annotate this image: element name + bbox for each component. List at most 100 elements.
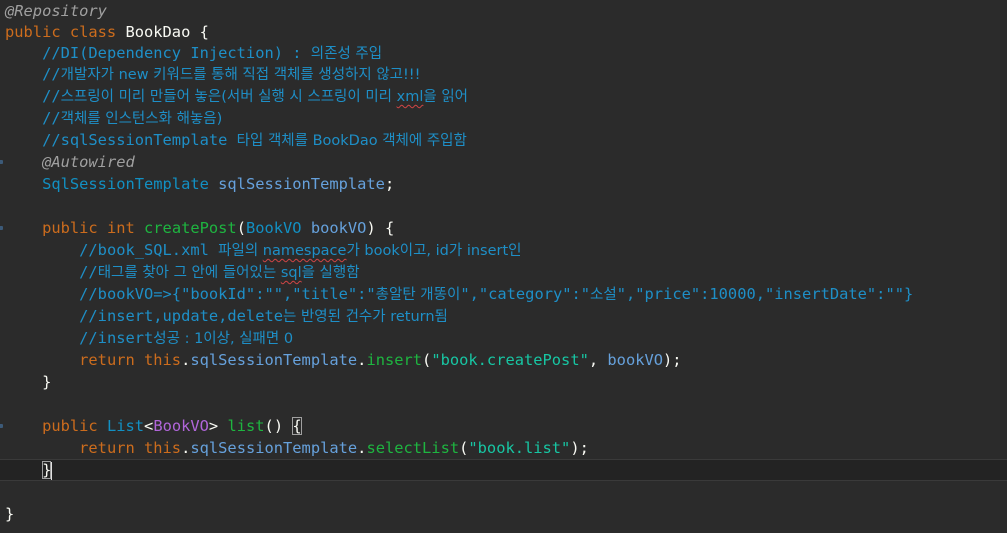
gutter-marker (0, 226, 3, 230)
code-token: //sqlSessionTemplate (42, 131, 237, 149)
code-line[interactable]: @Autowired (0, 151, 1007, 173)
code-line[interactable]: @Repository (0, 0, 1007, 22)
code-token: @Repository (5, 2, 107, 20)
code-token: < (144, 417, 154, 435)
code-token: ); (663, 351, 682, 369)
code-line[interactable]: //태그를 찾아 그 안에 들어있는 sql을 실행함 (0, 261, 1007, 283)
code-line[interactable]: //insert성공 : 1이상, 실패면 0 (0, 327, 1007, 349)
code-token: insert (366, 351, 423, 369)
code-token: // (42, 87, 61, 105)
code-token: // (42, 109, 61, 127)
code-line[interactable] (0, 481, 1007, 503)
code-token: ","price":10000,"insertDate":""} (616, 285, 914, 303)
spellcheck-word: namespace (262, 243, 347, 259)
gutter-marker (0, 424, 3, 428)
code-token: 가 book이고, id가 insert인 (346, 243, 522, 259)
code-token: bookVO (607, 351, 664, 369)
code-token: 는 반영된 건수가 return됨 (283, 309, 448, 325)
code-line[interactable]: public class BookDao { (0, 21, 1007, 43)
code-token: 총알탄 개똥이 (375, 287, 461, 303)
code-editor[interactable]: @Repository public class BookDao { //DI(D… (0, 0, 1007, 533)
code-token: ( (459, 439, 469, 457)
code-token: . (181, 351, 191, 369)
code-token: () (264, 417, 293, 435)
code-token: BookDao { (125, 23, 209, 41)
code-token: , (588, 351, 608, 369)
code-token: 파일의 (218, 243, 263, 259)
code-token: ; (384, 175, 395, 193)
code-token: //book_SQL.xml (79, 241, 219, 259)
code-token: return this (79, 351, 182, 369)
code-token: BookVO (245, 219, 311, 237)
code-line[interactable]: //sqlSessionTemplate 타입 객체를 BookDao 객체에 … (0, 129, 1007, 151)
code-line[interactable]: public List<BookVO> list() { (0, 415, 1007, 437)
code-token: //insert (79, 329, 154, 347)
code-token: } (42, 373, 52, 391)
code-line[interactable]: } (0, 459, 1007, 481)
code-token: ); (570, 439, 589, 457)
code-token: > (208, 417, 228, 435)
code-line[interactable]: return this.sqlSessionTemplate.insert("b… (0, 349, 1007, 371)
code-token: 을 읽어 (423, 89, 469, 105)
code-line[interactable]: SqlSessionTemplate sqlSessionTemplate; (0, 173, 1007, 195)
code-token: 스프링이 미리 만들어 놓은(서버 실행 시 스프링이 미리 (60, 89, 397, 105)
code-token: 의존성 주입 (310, 46, 383, 62)
code-line[interactable]: //스프링이 미리 만들어 놓은(서버 실행 시 스프링이 미리 xml을 읽어 (0, 85, 1007, 107)
code-token: selectList (366, 439, 460, 457)
code-token: 소설 (590, 287, 617, 303)
spellcheck-word: xml (396, 89, 424, 105)
code-token: ( (422, 351, 432, 369)
code-token: //bookVO=>{"bookId":"","title":" (79, 285, 376, 303)
matched-bracket: } (42, 461, 52, 479)
code-token: ","category":" (460, 285, 591, 303)
code-token: bookVO (310, 219, 367, 237)
code-line[interactable] (0, 393, 1007, 415)
text-cursor (51, 461, 53, 480)
spellcheck-word: sql (280, 265, 302, 281)
code-token: //insert,update,delete (79, 307, 283, 325)
code-token: sqlSessionTemplate (190, 439, 358, 457)
code-token: 타입 객체를 BookDao 객체에 주입함 (236, 133, 467, 149)
code-token: . (181, 439, 191, 457)
code-token: 개발자가 new 키워드를 통해 직접 객체를 생성하지 않고!!! (60, 67, 421, 83)
code-token: 객체를 인스턴스화 해놓음) (60, 111, 223, 127)
code-line[interactable]: } (0, 371, 1007, 393)
code-token: public (42, 417, 107, 435)
code-token: } (5, 505, 15, 523)
code-token: // (79, 263, 98, 281)
code-line[interactable]: //개발자가 new 키워드를 통해 직접 객체를 생성하지 않고!!! (0, 63, 1007, 85)
code-token: sqlSessionTemplate (218, 175, 385, 193)
code-token: 태그를 찾아 그 안에 들어있는 (97, 265, 281, 281)
code-line[interactable]: //insert,update,delete는 반영된 건수가 return됨 (0, 305, 1007, 327)
code-line[interactable]: public int createPost(BookVO bookVO) { (0, 217, 1007, 239)
code-line[interactable]: } (0, 503, 1007, 525)
code-token: createPost (144, 219, 237, 237)
code-line[interactable]: //book_SQL.xml 파일의 namespace가 book이고, id… (0, 239, 1007, 261)
code-line[interactable]: //DI(Dependency Injection) : 의존성 주입 (0, 42, 1007, 64)
code-line[interactable]: return this.sqlSessionTemplate.selectLis… (0, 437, 1007, 459)
code-token: list (227, 417, 265, 435)
code-token: public int (42, 219, 145, 237)
code-line[interactable]: //객체를 인스턴스화 해놓음) (0, 107, 1007, 129)
code-line[interactable]: //bookVO=>{"bookId":"","title":"총알탄 개똥이"… (0, 283, 1007, 305)
code-token: 성공 : 1이상, 실패면 0 (153, 331, 294, 347)
code-token: "book.createPost" (431, 351, 589, 369)
matched-bracket: { (292, 417, 302, 435)
code-line[interactable] (0, 195, 1007, 217)
